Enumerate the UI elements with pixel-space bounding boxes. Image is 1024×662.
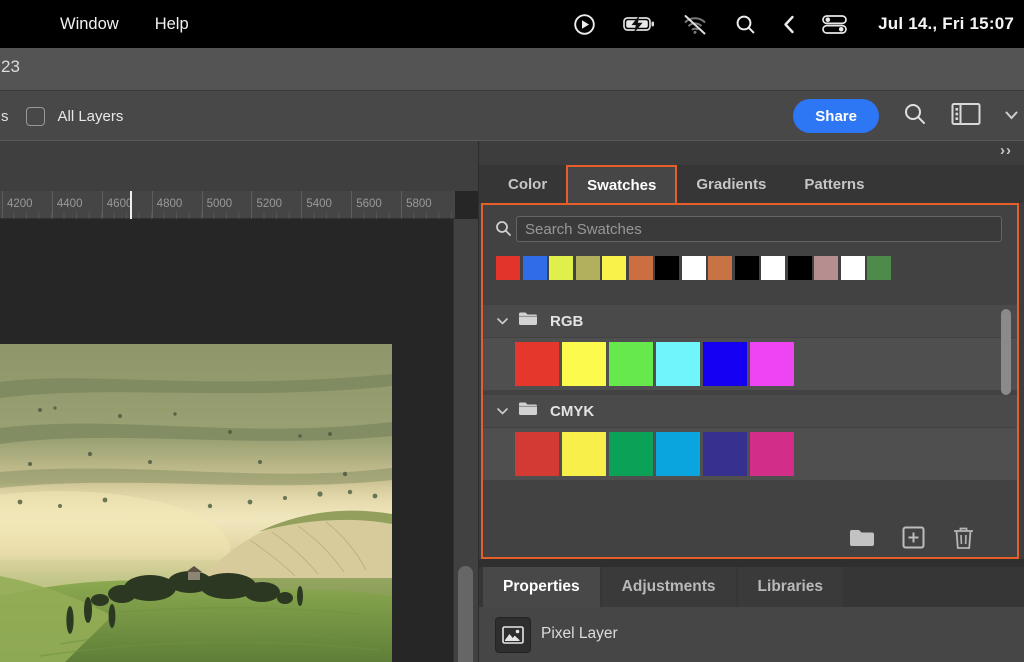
swatch[interactable] (602, 256, 626, 280)
swatches-panel: RGB CMYK (481, 203, 1019, 559)
swatches-tab-bar: Color Swatches Gradients Patterns (479, 165, 1024, 203)
main-workspace: 420044004600480050005200540056005800 (0, 140, 1024, 662)
properties-panel: Pixel Layer (479, 607, 1024, 662)
canvas-scrollbar-thumb[interactable] (458, 566, 473, 662)
chevron-down-icon[interactable] (497, 402, 508, 420)
swatch[interactable] (841, 256, 865, 280)
swatch[interactable] (750, 342, 794, 386)
swatch[interactable] (609, 432, 653, 476)
swatch[interactable] (682, 256, 706, 280)
swatch-list-scrollbar-thumb[interactable] (1001, 309, 1011, 395)
battery-charging-icon[interactable] (623, 16, 655, 32)
panel-header-strip: ›› (479, 141, 1024, 165)
swatch-actions-bar (483, 523, 1017, 557)
swatch[interactable] (656, 342, 700, 386)
truncated-option-label: s (1, 108, 9, 125)
swatch-group-name: CMYK (550, 403, 594, 420)
recent-swatches-row (496, 256, 891, 280)
document-tab-strip (0, 141, 478, 191)
wifi-off-icon[interactable] (682, 14, 708, 35)
search-icon (495, 220, 512, 242)
tab-swatches[interactable]: Swatches (566, 165, 677, 203)
swatch[interactable] (703, 432, 747, 476)
cmyk-swatch-row (483, 428, 1017, 480)
swatch-group-name: RGB (550, 313, 583, 330)
swatch[interactable] (562, 342, 606, 386)
tab-patterns[interactable]: Patterns (785, 165, 883, 203)
swatch[interactable] (735, 256, 759, 280)
panel-divider (479, 559, 1024, 567)
document-title-bar: 23 (0, 48, 1024, 90)
swatch[interactable] (496, 256, 520, 280)
new-group-folder-icon[interactable] (849, 528, 875, 553)
document-title-truncated: 23 (1, 57, 20, 77)
layer-type-label: Pixel Layer (541, 625, 618, 643)
canvas-image[interactable] (0, 344, 392, 662)
search-icon[interactable] (903, 102, 927, 131)
swatch[interactable] (708, 256, 732, 280)
chevron-down-icon[interactable] (497, 312, 508, 330)
swatch[interactable] (515, 342, 559, 386)
panel-dock: ›› Color Swatches Gradients Patterns (478, 141, 1024, 662)
canvas-vertical-scrollbar[interactable] (453, 219, 478, 662)
macos-menu-bar: Window Help Jul 14., Fri 15:07 (0, 0, 1024, 48)
tab-adjustments[interactable]: Adjustments (602, 567, 736, 607)
swatch-group-cmyk[interactable]: CMYK (483, 395, 1017, 427)
menu-window[interactable]: Window (60, 15, 119, 34)
swatch[interactable] (629, 256, 653, 280)
menu-help[interactable]: Help (155, 15, 189, 34)
new-swatch-plus-icon[interactable] (902, 526, 925, 554)
collapse-panel-icon[interactable]: ›› (1000, 142, 1012, 159)
swatch-group-rgb[interactable]: RGB (483, 305, 1017, 337)
swatch[interactable] (562, 432, 606, 476)
tab-gradients[interactable]: Gradients (677, 165, 785, 203)
swatch[interactable] (656, 432, 700, 476)
folder-icon (518, 311, 538, 331)
document-canvas-area: 420044004600480050005200540056005800 (0, 141, 478, 662)
share-button[interactable]: Share (793, 99, 879, 133)
swatch[interactable] (814, 256, 838, 280)
ruler-minor-ticks (2, 212, 452, 219)
swatch[interactable] (867, 256, 891, 280)
tab-libraries[interactable]: Libraries (738, 567, 843, 607)
photoshop-window: Window Help Jul 14., Fri 15:07 (0, 0, 1024, 662)
swatch[interactable] (655, 256, 679, 280)
swatch[interactable] (549, 256, 573, 280)
all-layers-checkbox[interactable] (26, 107, 45, 126)
screen-record-icon[interactable] (573, 13, 596, 36)
control-center-icon[interactable] (822, 15, 847, 34)
menubar-clock[interactable]: Jul 14., Fri 15:07 (878, 14, 1014, 34)
search-swatches-input[interactable] (516, 216, 1002, 242)
swatch[interactable] (761, 256, 785, 280)
rgb-swatch-row (483, 338, 1017, 390)
chevron-down-icon[interactable] (1005, 107, 1018, 125)
pixel-layer-icon (495, 617, 531, 653)
tab-properties[interactable]: Properties (483, 567, 600, 607)
properties-tab-bar: Properties Adjustments Libraries (479, 567, 1024, 607)
workspace-switcher-icon[interactable] (951, 102, 981, 131)
swatch[interactable] (788, 256, 812, 280)
tab-color[interactable]: Color (489, 165, 566, 203)
chevron-left-icon[interactable] (783, 15, 795, 34)
swatch[interactable] (515, 432, 559, 476)
swatch-search-row (483, 205, 1017, 253)
swatch[interactable] (576, 256, 600, 280)
delete-trash-icon[interactable] (952, 526, 975, 555)
spotlight-search-icon[interactable] (735, 14, 756, 35)
swatch[interactable] (609, 342, 653, 386)
swatch[interactable] (703, 342, 747, 386)
tool-options-bar: s All Layers Share (0, 90, 1024, 140)
ruler-cursor-marker (130, 191, 132, 219)
swatch[interactable] (523, 256, 547, 280)
all-layers-label: All Layers (58, 108, 124, 125)
folder-icon (518, 401, 538, 421)
swatch[interactable] (750, 432, 794, 476)
